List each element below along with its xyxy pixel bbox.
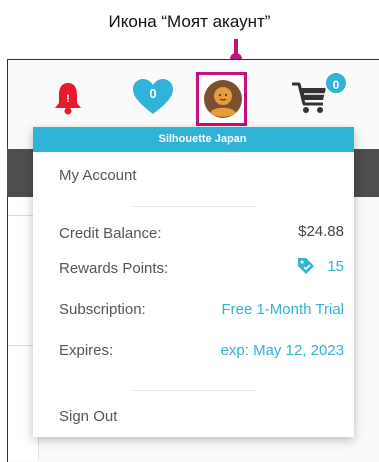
account-dropdown: Silhouette Japan My Account Credit Balan… [33, 127, 354, 437]
avatar-icon [204, 80, 242, 118]
rewards-points-value[interactable]: 15 [327, 258, 344, 275]
wishlist-count: 0 [149, 86, 157, 101]
my-account-link[interactable]: My Account [59, 167, 137, 184]
dropdown-brand-header: Silhouette Japan [33, 127, 354, 152]
sign-out-link[interactable]: Sign Out [59, 408, 117, 425]
subscription-label: Subscription: [59, 301, 146, 318]
tag-icon [298, 258, 314, 274]
bell-icon[interactable]: ! [53, 80, 83, 116]
svg-text:!: ! [66, 93, 70, 105]
credit-balance-label: Credit Balance: [59, 225, 162, 242]
divider [133, 206, 255, 207]
subscription-value-link[interactable]: Free 1-Month Trial [221, 301, 344, 318]
cart-count-badge: 0 [324, 71, 348, 95]
rewards-points-label: Rewards Points: [59, 260, 169, 277]
my-account-button[interactable] [196, 72, 247, 126]
annotation-caption: Икона “Моят акаунт” [108, 12, 271, 31]
expires-value: exp: May 12, 2023 [220, 342, 344, 359]
divider [133, 390, 255, 391]
credit-balance-value: $24.88 [298, 223, 344, 240]
expires-label: Expires: [59, 342, 114, 359]
